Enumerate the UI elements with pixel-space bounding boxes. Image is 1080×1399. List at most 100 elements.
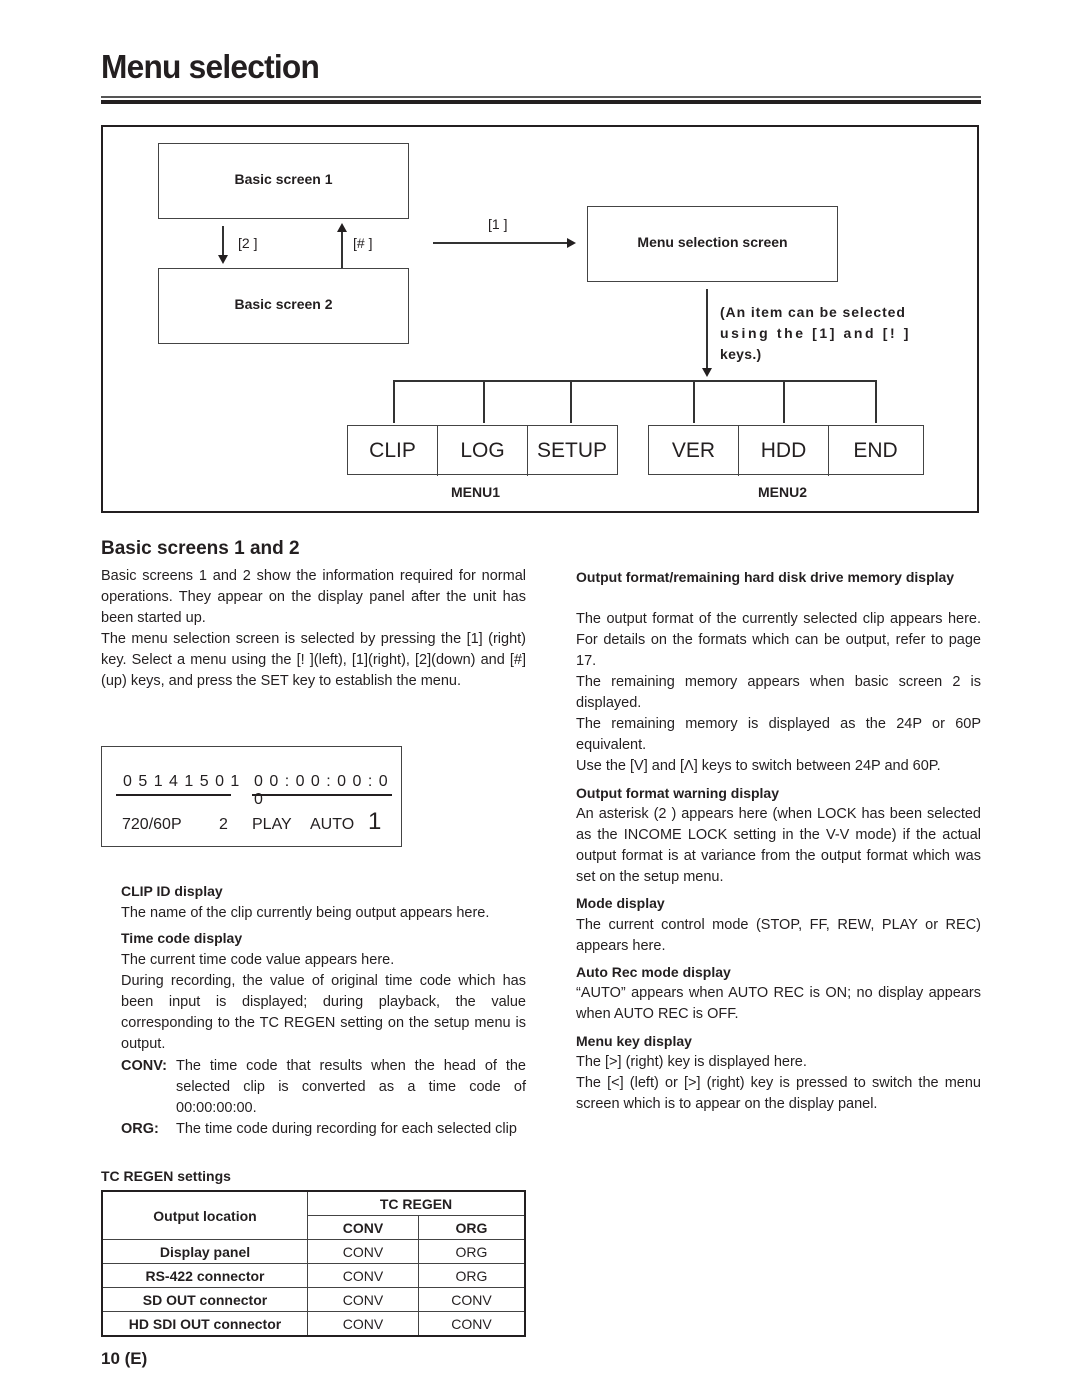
menukey-text-1: The [>] (right) key is displayed here.: [576, 1054, 807, 1070]
page-title: Menu selection: [101, 48, 320, 85]
menu2-group: VER HDD END: [648, 425, 924, 476]
lcd-timecode: 0 0 : 0 0 : 0 0 : 0 0: [254, 773, 389, 808]
up-arrow-line: [341, 231, 343, 268]
menu-selection-screen-box: Menu selection screen: [587, 206, 838, 282]
table-row: SD OUT connector CONV CONV: [101, 1287, 526, 1312]
menu-down-arrow-icon: [702, 368, 712, 377]
timecode-text-1: The current time code value appears here…: [121, 952, 395, 968]
basic-screen-1-box: Basic screen 1: [158, 143, 409, 219]
menu-down-arrow-line: [706, 289, 708, 369]
output-format-heading: Output format/remaining hard disk drive …: [576, 569, 955, 585]
table-header-row: Output location TC REGEN: [101, 1190, 526, 1240]
menu-flow-diagram: Basic screen 1 Basic screen 2 [2 ] [# ] …: [101, 125, 979, 513]
warning-heading: Output format warning display: [576, 785, 780, 801]
autorec-text: “AUTO” appears when AUTO REC is ON; no d…: [576, 985, 981, 1022]
page-number: 10 (E): [101, 1349, 148, 1368]
lcd-warning: 2: [219, 816, 228, 833]
menu-item-setup[interactable]: SETUP: [528, 426, 616, 476]
menu-item-clip[interactable]: CLIP: [348, 426, 438, 476]
note-line-2: using the [1] and [! ]: [720, 325, 911, 341]
org-label: ORG:: [121, 1121, 159, 1137]
row-location: HD SDI OUT connector: [101, 1311, 308, 1337]
table-row: RS-422 connector CONV ORG: [101, 1263, 526, 1288]
lcd-display-example: 0 5 1 4 1 5 0 1 0 0 : 0 0 : 0 0 : 0 0 72…: [101, 746, 402, 847]
basic-screens-para-2: The menu selection screen is selected by…: [101, 631, 526, 689]
tree-horizontal: [393, 380, 876, 382]
note-line-1: (An item can be selected: [720, 304, 906, 320]
key-up-label: [# ]: [353, 235, 373, 251]
title-rule-thin: [101, 96, 981, 98]
key-down-label: [2 ]: [238, 235, 258, 251]
lcd-mode: PLAY: [252, 816, 292, 833]
lcd-menu-key: 1: [368, 808, 382, 835]
basic-screens-para-1: Basic screens 1 and 2 show the informati…: [101, 568, 526, 626]
right-arrow-icon: [567, 238, 576, 248]
tc-regen-heading: TC REGEN settings: [101, 1168, 231, 1184]
tree-drop-setup: [570, 380, 572, 423]
menu1-caption: MENU1: [451, 484, 501, 500]
table-row: Display panel CONV ORG: [101, 1239, 526, 1264]
header-conv: CONV: [307, 1215, 419, 1240]
menu-item-ver[interactable]: VER: [649, 426, 739, 476]
row-location: SD OUT connector: [101, 1287, 308, 1312]
selection-note: (An item can be selected using the [1] a…: [720, 302, 923, 365]
menu-item-end[interactable]: END: [829, 426, 922, 476]
row-conv: CONV: [307, 1311, 419, 1337]
menu-item-hdd[interactable]: HDD: [739, 426, 829, 476]
basic-screens-heading: Basic screens 1 and 2: [101, 538, 300, 559]
conv-text: The time code that results when the head…: [176, 1058, 526, 1116]
mode-text: The current control mode (STOP, FF, REW,…: [576, 917, 981, 954]
menu-selection-screen-label: Menu selection screen: [637, 234, 788, 250]
lcd-clip-id-underline: [116, 794, 231, 796]
lcd-auto: AUTO: [310, 816, 355, 833]
autorec-heading: Auto Rec mode display: [576, 964, 731, 980]
timecode-heading: Time code display: [121, 930, 243, 946]
up-arrow-icon: [337, 223, 347, 232]
row-org: CONV: [418, 1311, 526, 1337]
header-tc-regen: TC REGEN: [307, 1190, 526, 1216]
clip-id-heading: CLIP ID display: [121, 883, 223, 899]
row-conv: CONV: [307, 1239, 419, 1264]
row-location: RS-422 connector: [101, 1263, 308, 1288]
basic-screen-1-label: Basic screen 1: [234, 171, 333, 187]
down-arrow-line: [222, 226, 224, 257]
menukey-heading: Menu key display: [576, 1033, 692, 1049]
table-row: HD SDI OUT connector CONV CONV: [101, 1311, 526, 1337]
lcd-clip-id: 0 5 1 4 1 5 0 1: [123, 773, 241, 790]
org-text: The time code during recording for each …: [176, 1121, 517, 1137]
output-format-text-2: The remaining memory appears when basic …: [576, 674, 981, 711]
lcd-timecode-underline: [252, 794, 392, 796]
tree-drop-hdd: [783, 380, 785, 423]
tree-drop-clip: [393, 380, 395, 423]
row-location: Display panel: [101, 1239, 308, 1264]
title-rule-thick: [101, 100, 981, 104]
basic-screen-2-box: Basic screen 2: [158, 268, 409, 344]
basic-screen-2-label: Basic screen 2: [234, 296, 333, 312]
mode-heading: Mode display: [576, 895, 665, 911]
row-org: ORG: [418, 1239, 526, 1264]
output-format-text-4: Use the [V] and [Λ] keys to switch betwe…: [576, 758, 941, 774]
warning-text: An asterisk (2 ) appears here (when LOCK…: [576, 806, 981, 885]
menu-item-log[interactable]: LOG: [438, 426, 528, 476]
tree-drop-log: [483, 380, 485, 423]
tree-drop-end: [875, 380, 877, 423]
tree-drop-ver: [693, 380, 695, 423]
note-line-3: keys.): [720, 346, 762, 362]
output-format-text-1: The output format of the currently selec…: [576, 611, 981, 669]
header-org: ORG: [418, 1215, 526, 1240]
tc-regen-table: Output location TC REGEN CONV ORG Displa…: [101, 1190, 526, 1337]
down-arrow-icon: [218, 255, 228, 264]
menu1-group: CLIP LOG SETUP: [347, 425, 618, 476]
row-org: CONV: [418, 1287, 526, 1312]
key-right-label: [1 ]: [488, 216, 508, 232]
menukey-text-2: The [<] (left) or [>] (right) key is pre…: [576, 1075, 981, 1112]
clip-id-text: The name of the clip currently being out…: [121, 905, 490, 921]
row-org: ORG: [418, 1263, 526, 1288]
right-arrow-line: [433, 242, 568, 244]
lcd-output-format: 720/60P: [122, 816, 182, 833]
row-conv: CONV: [307, 1287, 419, 1312]
row-conv: CONV: [307, 1263, 419, 1288]
output-format-text-3: The remaining memory is displayed as the…: [576, 716, 981, 753]
conv-label: CONV:: [121, 1058, 167, 1074]
menu2-caption: MENU2: [758, 484, 808, 500]
